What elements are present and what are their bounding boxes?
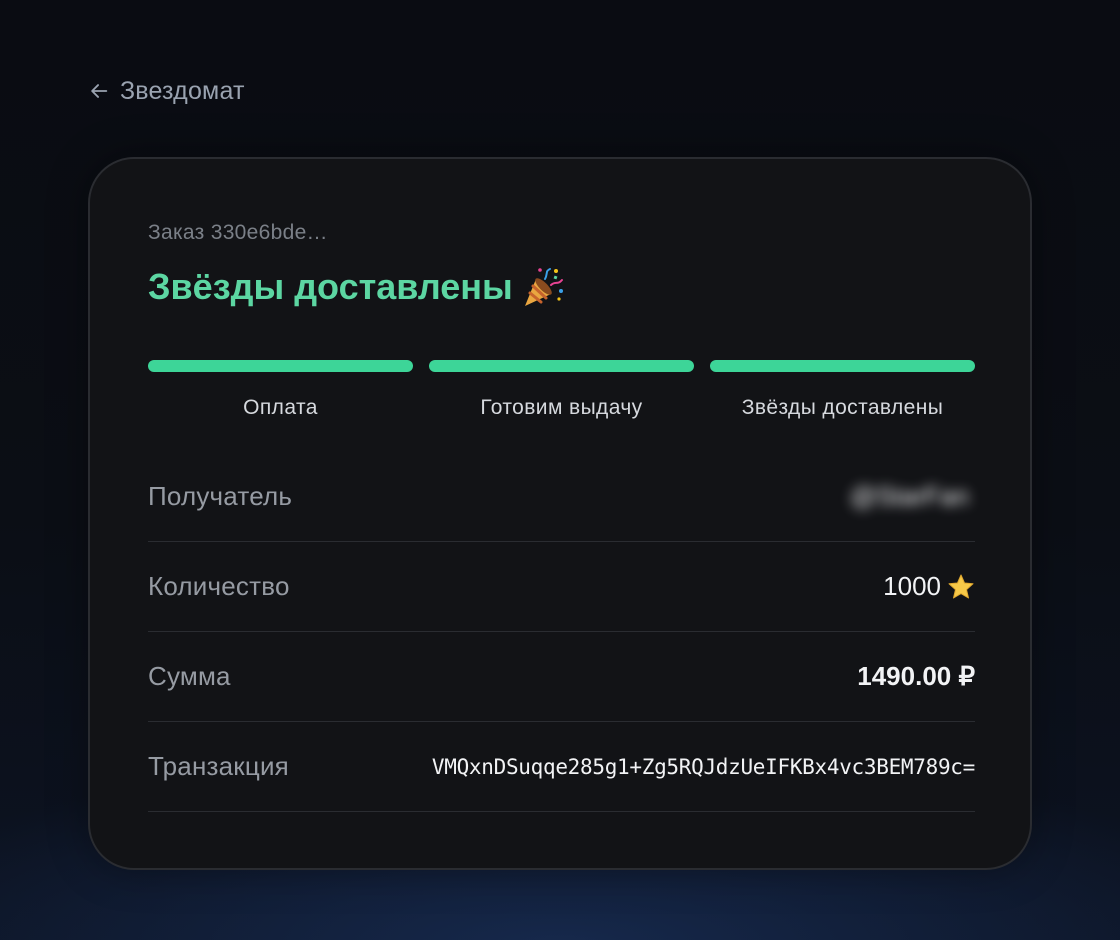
quantity-number: 1000: [883, 571, 941, 601]
detail-row-quantity: Количество 1000: [148, 542, 975, 632]
step-preparing: Готовим выдачу: [429, 360, 694, 420]
step-bar: [710, 360, 975, 372]
order-card: Заказ 330e6bde… Звёзды доставлены Оплата…: [88, 157, 1032, 870]
detail-row-amount: Сумма 1490.00 ₽: [148, 632, 975, 722]
step-label: Звёзды доставлены: [741, 396, 944, 419]
detail-key: Количество: [148, 571, 290, 601]
step-label: Оплата: [243, 396, 318, 419]
back-link[interactable]: Звездомат: [88, 74, 245, 108]
party-popper-icon: [524, 268, 563, 306]
detail-key: Сумма: [148, 661, 231, 691]
transaction-id[interactable]: VMQxnDSuqqe285g1+Zg5RQJdzUeIFKBx4vc3BEM7…: [432, 755, 975, 779]
back-link-label: Звездомат: [120, 76, 245, 105]
step-label: Готовим выдачу: [480, 396, 643, 419]
progress-steps: Оплата Готовим выдачу Звёзды доставлены: [148, 360, 975, 420]
step-payment: Оплата: [148, 360, 413, 420]
star-icon: [948, 574, 974, 598]
detail-key: Получатель: [148, 481, 293, 511]
detail-row-transaction: Транзакция VMQxnDSuqqe285g1+Zg5RQJdzUeIF…: [148, 722, 975, 812]
detail-key: Транзакция: [148, 751, 289, 781]
order-details: Получатель @StarFan Количество 1000 Сумм…: [148, 452, 975, 812]
arrow-left-icon: [91, 84, 108, 98]
amount-value: 1490.00 ₽: [857, 661, 975, 691]
quantity-value: 1000: [883, 571, 975, 602]
order-id: Заказ 330e6bde…: [148, 221, 328, 244]
detail-row-recipient: Получатель @StarFan: [148, 452, 975, 542]
recipient-value: @StarFan: [850, 481, 969, 511]
step-bar: [148, 360, 413, 372]
status-title-text: Звёзды доставлены: [148, 266, 513, 307]
status-title: Звёзды доставлены: [148, 263, 565, 311]
step-bar: [429, 360, 694, 372]
step-delivered: Звёзды доставлены: [710, 360, 975, 420]
